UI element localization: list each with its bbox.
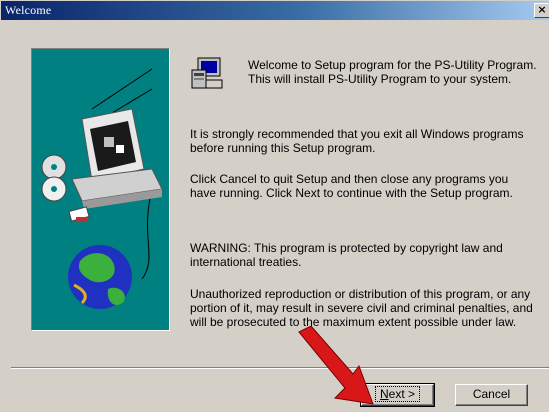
next-label-rest: ext >: [388, 387, 416, 401]
window-title: Welcome: [5, 3, 52, 17]
legal-text: Unauthorized reproduction or distributio…: [190, 287, 533, 329]
instructions-line-2: have running. Click Next to continue wit…: [190, 186, 513, 200]
welcome-heading: Welcome to Setup program for the PS-Util…: [248, 58, 548, 86]
recommendation-line-2: before running this Setup program.: [190, 141, 376, 155]
title-bar[interactable]: Welcome ×: [1, 1, 549, 20]
instructions-text: Click Cancel to quit Setup and then clos…: [190, 172, 513, 200]
computer-cd-globe-icon: [41, 68, 163, 309]
recommendation-line-1: It is strongly recommended that you exit…: [190, 127, 524, 141]
setup-illustration: [31, 48, 170, 331]
cancel-button[interactable]: Cancel: [455, 384, 528, 406]
close-button[interactable]: ×: [534, 3, 549, 18]
recommendation-text: It is strongly recommended that you exit…: [190, 127, 523, 155]
red-arrow-pointer-icon: [298, 326, 374, 405]
setup-computer-icon: [191, 57, 223, 89]
warning-text: WARNING: This program is protected by co…: [190, 241, 503, 269]
warning-line-2: international treaties.: [190, 255, 302, 269]
warning-line-1: WARNING: This program is protected by co…: [190, 241, 503, 255]
button-separator: [11, 367, 549, 369]
welcome-line-1: Welcome to Setup program for the PS-Util…: [248, 58, 537, 72]
legal-line-1: Unauthorized reproduction or distributio…: [190, 287, 531, 301]
instructions-line-1: Click Cancel to quit Setup and then clos…: [190, 172, 509, 186]
setup-dialog: Welcome × Welcome to Setup program for t…: [0, 0, 549, 412]
welcome-line-2: This will install PS-Utility Program to …: [248, 72, 512, 86]
legal-line-2: portion of it, may result in severe civi…: [190, 301, 533, 315]
